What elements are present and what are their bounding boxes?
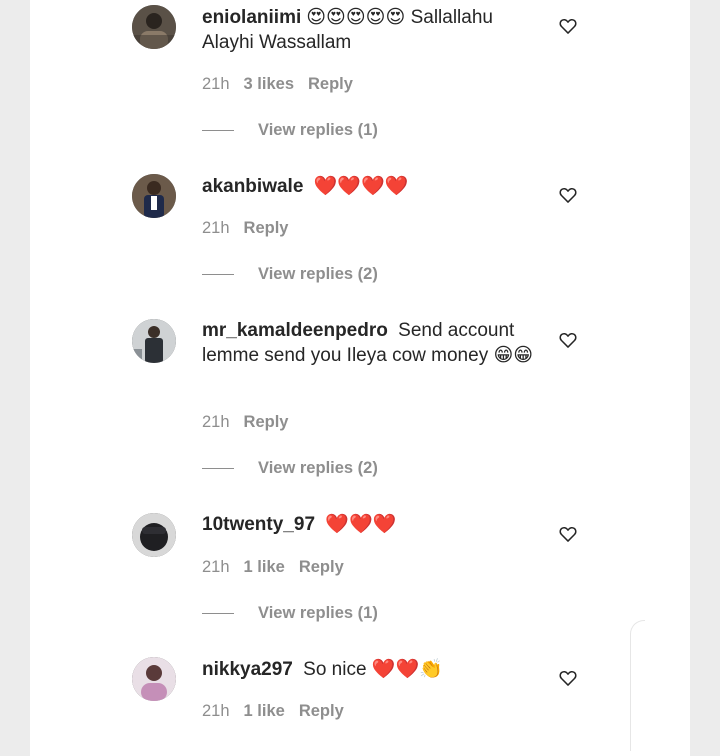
likes-count[interactable]: 3 likes: [244, 75, 294, 93]
heart-outline-icon[interactable]: [558, 668, 578, 688]
avatar[interactable]: [132, 657, 176, 701]
comment-emoji: ❤️❤️👏: [371, 658, 443, 680]
comment-body: So nice: [303, 659, 367, 680]
comment-text: akanbiwale ❤️❤️❤️❤️: [202, 174, 542, 199]
comment-meta: 21h Reply: [202, 413, 302, 432]
username[interactable]: mr_kamaldeenpedro: [202, 320, 388, 341]
avatar[interactable]: [132, 5, 176, 49]
comment-text: nikkya297 So nice ❤️❤️👏: [202, 657, 542, 682]
avatar[interactable]: [132, 319, 176, 363]
heart-outline-icon[interactable]: [558, 524, 578, 544]
comment-text: 10twenty_97 ❤️❤️❤️: [202, 512, 542, 537]
panel-edge-decoration: [630, 620, 645, 751]
username[interactable]: nikkya297: [202, 659, 293, 680]
view-replies-label: View replies (2): [258, 459, 378, 477]
heart-outline-icon[interactable]: [558, 185, 578, 205]
comments-panel: eniolaniimi 😍😍😍😍😍 Sallallahu Alayhi Wassa…: [30, 0, 690, 756]
comment-meta: 21h 1 like Reply: [202, 558, 358, 577]
reply-button[interactable]: Reply: [308, 75, 353, 93]
timestamp: 21h: [202, 558, 230, 576]
comment-emoji: 😍😍😍😍😍: [306, 6, 406, 28]
username[interactable]: 10twenty_97: [202, 514, 315, 535]
username[interactable]: akanbiwale: [202, 176, 303, 197]
comment-meta: 21h 1 like Reply: [202, 702, 358, 721]
replies-divider: [202, 130, 234, 132]
comment-text: eniolaniimi 😍😍😍😍😍 Sallallahu Alayhi Wassa…: [202, 5, 542, 55]
reply-button[interactable]: Reply: [299, 702, 344, 720]
view-replies-button[interactable]: View replies (2): [202, 265, 378, 284]
heart-outline-icon[interactable]: [558, 16, 578, 36]
comment-emoji: ❤️❤️❤️❤️: [313, 175, 409, 197]
heart-outline-icon[interactable]: [558, 330, 578, 350]
view-replies-label: View replies (1): [258, 604, 378, 622]
replies-divider: [202, 274, 234, 276]
reply-button[interactable]: Reply: [244, 413, 289, 431]
avatar[interactable]: [132, 513, 176, 557]
view-replies-label: View replies (1): [258, 121, 378, 139]
comment-emoji: 😁😁: [493, 344, 534, 366]
timestamp: 21h: [202, 219, 230, 237]
view-replies-button[interactable]: View replies (2): [202, 459, 378, 478]
comment-meta: 21h Reply: [202, 219, 302, 238]
view-replies-button[interactable]: View replies (1): [202, 604, 378, 623]
replies-divider: [202, 613, 234, 615]
view-replies-label: View replies (2): [258, 265, 378, 283]
timestamp: 21h: [202, 75, 230, 93]
username[interactable]: eniolaniimi: [202, 7, 301, 28]
timestamp: 21h: [202, 702, 230, 720]
reply-button[interactable]: Reply: [244, 219, 289, 237]
comment-meta: 21h 3 likes Reply: [202, 75, 367, 94]
likes-count[interactable]: 1 like: [244, 702, 285, 720]
likes-count[interactable]: 1 like: [244, 558, 285, 576]
comment-text: mr_kamaldeenpedro Send account lemme sen…: [202, 318, 542, 368]
reply-button[interactable]: Reply: [299, 558, 344, 576]
replies-divider: [202, 468, 234, 470]
timestamp: 21h: [202, 413, 230, 431]
view-replies-button[interactable]: View replies (1): [202, 121, 378, 140]
avatar[interactable]: [132, 174, 176, 218]
comment-emoji: ❤️❤️❤️: [325, 513, 397, 535]
